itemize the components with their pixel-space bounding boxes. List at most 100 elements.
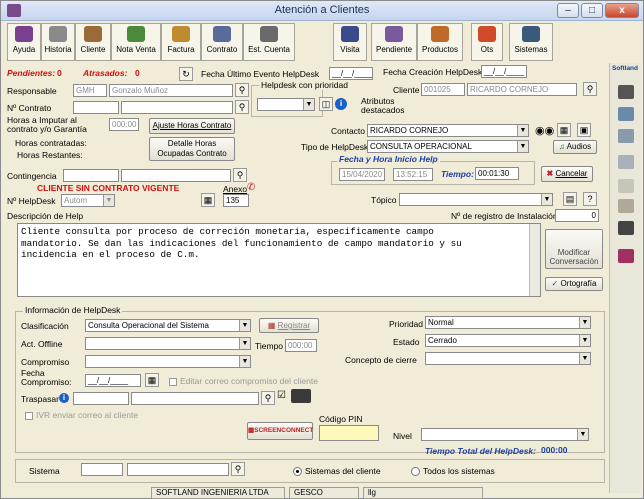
window-title: Atención a Clientes [274,4,370,16]
printer-icon[interactable] [618,85,634,99]
paste-icon[interactable] [618,199,634,213]
sistema-code-field[interactable] [81,463,123,476]
copy-icon[interactable] [618,179,634,193]
toolbar-est-cuenta-button[interactable]: Est. Cuenta [243,23,295,61]
close-button[interactable]: x [605,3,639,18]
cliente-search-icon[interactable]: ⚲ [583,82,597,96]
topico-detail-icon[interactable]: ▤ [563,192,577,206]
cancelar-button[interactable]: ✖ Cancelar [541,166,593,182]
act-offline-select[interactable]: ▼ [85,337,251,350]
tipo-helpdesk-select[interactable]: CONSULTA OPERACIONAL ▼ [367,140,529,153]
email-icon[interactable] [618,129,634,143]
refresh-icon[interactable]: ↻ [179,67,193,81]
editar-correo-checkbox[interactable]: Editar correo compromiso del cliente [169,376,318,386]
ortografia-button[interactable]: ✓ Ortografía [545,277,603,291]
estado-select[interactable]: Cerrado ▼ [425,334,591,347]
binoculars-icon[interactable]: ◉◉ [535,124,554,137]
pendientes-label: Pendientes: [7,68,56,78]
contract-icon [213,26,231,42]
sistema-name-field[interactable] [127,463,229,476]
toolbar-ayuda-button[interactable]: Ayuda [7,23,41,61]
pendientes-count: 0 [57,68,62,78]
contrato-name-field[interactable] [121,101,233,114]
traspasar-search-icon[interactable]: ⚲ [261,391,275,405]
screenconnect-button[interactable]: ▩SCREENCONNECT [247,422,313,440]
ajuste-horas-button[interactable]: Ajuste Horas Contrato [149,118,235,134]
toolbar-visita-button[interactable]: Visita [333,23,367,61]
modificar-conversacion-button[interactable]: Modificar Conversación [545,229,603,269]
traspasar-name-field[interactable] [131,392,259,405]
codigo-pin-field[interactable] [319,425,379,441]
horas-imputar-field[interactable]: 000:00 [109,118,139,131]
toolbar-nota-venta-button[interactable]: Nota Venta [111,23,161,61]
sistemas-cliente-radio[interactable]: Sistemas del cliente [293,466,381,477]
nivel-select[interactable]: ▼ [421,428,589,441]
client-icon [84,26,102,42]
fecha-creacion-field[interactable]: __/__/____ [481,65,527,78]
fecha-compromiso-field[interactable]: __/__/____ [85,374,141,387]
prioridad-select[interactable]: Normal ▼ [425,316,591,329]
registrar-button[interactable]: ▦ Registrar [259,318,319,333]
minimize-button[interactable]: – [557,3,579,18]
traspasar-code-field[interactable] [73,392,129,405]
toolbar-pendiente-button[interactable]: Pendiente [371,23,417,61]
scan-icon[interactable]: ◫ [319,97,333,111]
chevron-down-icon: ▼ [103,195,114,206]
responsable-search-icon[interactable]: ⚲ [235,83,249,97]
contacto-select[interactable]: RICARDO CORNEJO ▼ [367,124,529,137]
descripcion-scrollbar[interactable] [529,224,540,296]
concepto-cierre-select[interactable]: ▼ [425,352,591,365]
save-icon[interactable] [618,221,634,235]
contingencia-search-icon[interactable]: ⚲ [233,168,247,182]
ivr-checkbox[interactable]: IVR enviar correo al cliente [25,410,138,420]
detalle-horas-button[interactable]: Detalle Horas Ocupadas Contrato [149,137,235,161]
toolbar-productos-button[interactable]: Productos [417,23,463,61]
calendar-icon[interactable]: ▦ [145,373,159,387]
info-tiempo-field[interactable]: 000:00 [285,339,317,352]
topico-help-icon[interactable]: ? [583,192,597,206]
side-panel: Softland [609,63,641,493]
calculator-icon[interactable]: ▦ [201,193,215,207]
tiempo-field[interactable]: 00:01:30 [475,167,519,180]
compromiso-select[interactable]: ▼ [85,355,251,368]
clasificacion-select[interactable]: Consulta Operacional del Sistema ▼ [85,319,251,332]
send-icon[interactable] [291,389,311,403]
horas-restantes-label: Horas Restantes: [17,150,83,160]
contingencia-name-field[interactable] [121,169,231,182]
nhelpdesk-select[interactable]: Autom ▼ [61,194,115,207]
contrato-field[interactable] [73,101,119,114]
hora-inicio-field[interactable]: 13:52:15 [393,168,433,181]
fecha-ultimo-field[interactable]: __/__/____ [329,67,373,80]
audios-button[interactable]: ♫ Audios [553,140,597,154]
contingencia-field[interactable] [63,169,119,182]
responsable-code-field[interactable]: GMH [73,84,107,97]
horas-contratadas-label: Horas contratadas: [15,138,87,148]
contrato-search-icon[interactable]: ⚲ [235,100,249,114]
tool-icon[interactable] [618,155,634,169]
toolbar-historia-button[interactable]: Historia [41,23,75,61]
registro-field[interactable]: 0 [555,209,599,222]
info-icon[interactable]: i [335,98,347,110]
anexo-field[interactable]: 135 [223,194,249,207]
maximize-button[interactable]: □ [581,3,603,18]
todos-sistemas-radio[interactable]: Todos los sistemas [411,466,495,477]
toolbar-cliente-button[interactable]: Cliente [75,23,111,61]
toolbar-sistemas-button[interactable]: Sistemas [509,23,553,61]
descripcion-textarea[interactable]: Cliente consulta por proceso de correció… [17,223,541,297]
traspasar-check-icon[interactable]: ☑ [277,390,286,401]
exit-icon[interactable] [618,249,634,263]
cliente-name-field[interactable]: RICARDO CORNEJO [467,83,577,96]
toolbar-ots-button[interactable]: Ots [471,23,503,61]
contact-network-icon[interactable]: ▣ [577,123,591,137]
cliente-code-field[interactable]: 001025 [421,83,465,96]
toolbar-factura-button[interactable]: Factura [161,23,201,61]
traspasar-info-icon[interactable]: i [59,393,69,403]
responsable-name-field[interactable]: Gonzalo Muñoz [109,84,233,97]
document-icon[interactable] [618,107,634,121]
toolbar-contrato-button[interactable]: Contrato [201,23,243,61]
contact-card-icon[interactable]: ▦ [557,123,571,137]
helpdesk-prioridad-select[interactable]: ▼ [257,98,315,111]
topico-select[interactable]: ▼ [399,193,553,206]
sistema-search-icon[interactable]: ⚲ [231,462,245,476]
fecha-inicio-field[interactable]: 15/04/2020 [339,168,385,181]
